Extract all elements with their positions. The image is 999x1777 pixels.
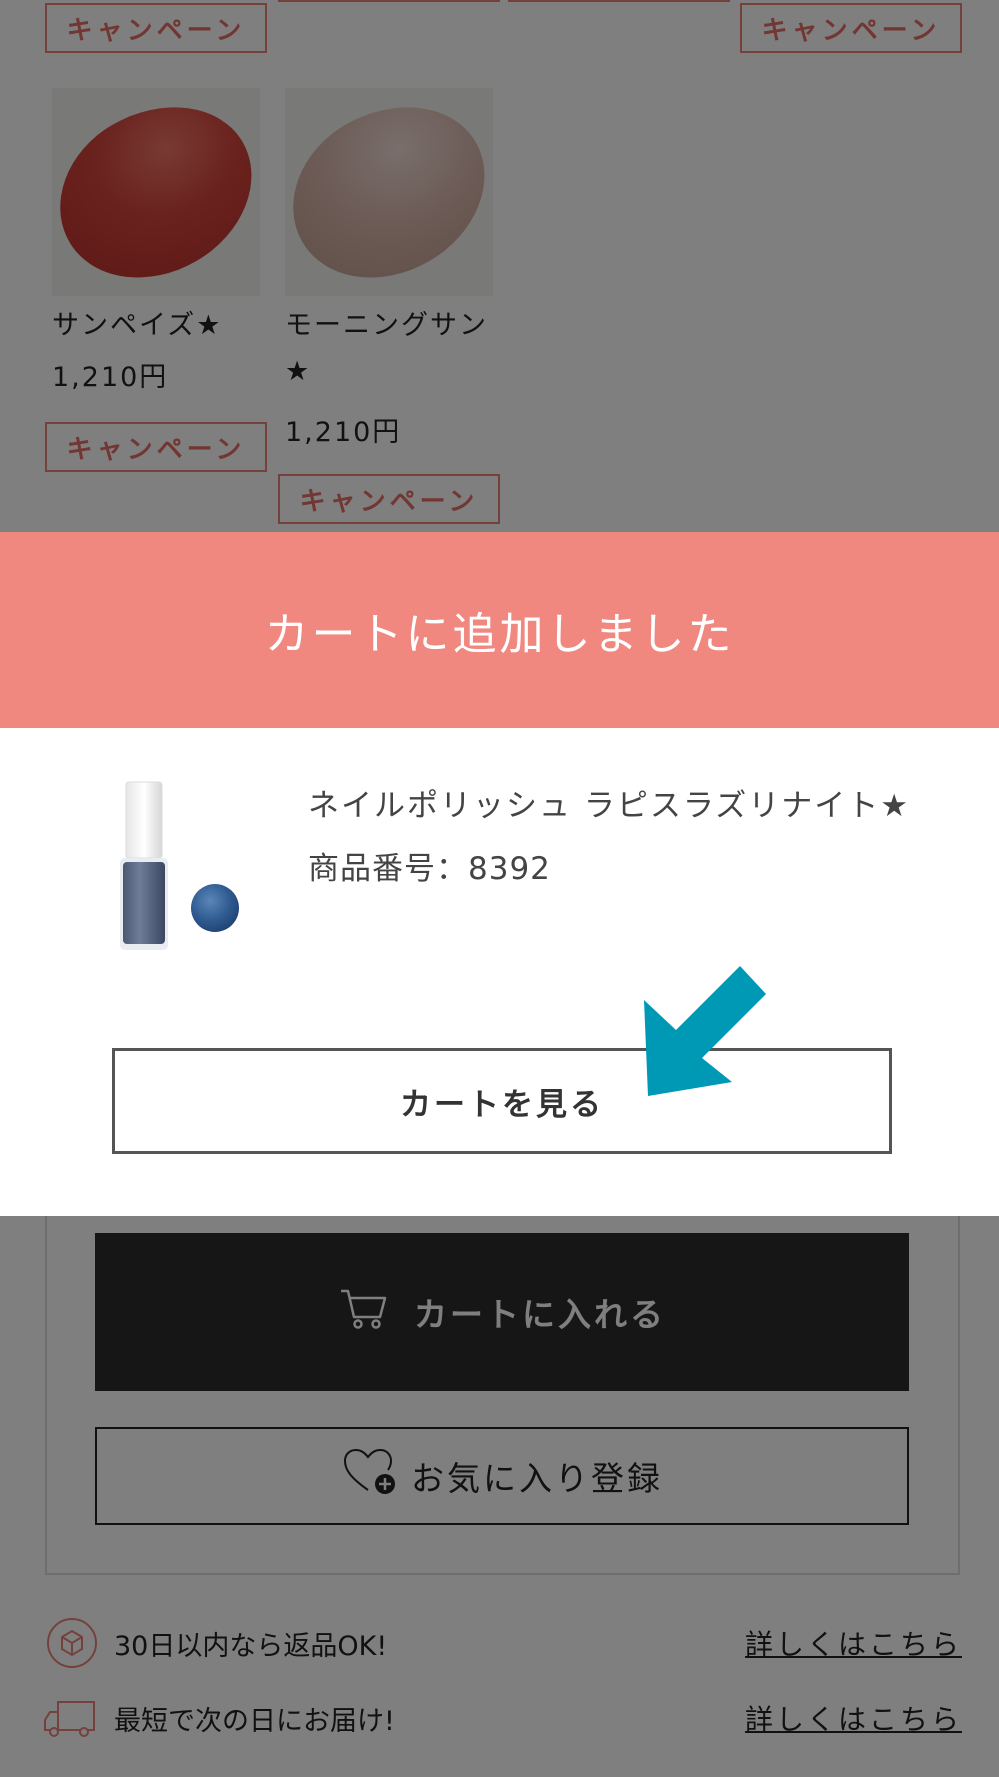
added-product-image [112,778,252,958]
pointer-arrow-icon [640,960,780,1100]
view-cart-label: カートを見る [400,1086,604,1123]
modal-title: カートに追加しました [264,609,735,660]
added-product-name: ネイルポリッシュ ラピスラズリナイト★ [308,788,911,824]
added-product-code: 商品番号：8392 [308,851,551,887]
cart-added-modal-header: カートに追加しました [0,532,999,728]
